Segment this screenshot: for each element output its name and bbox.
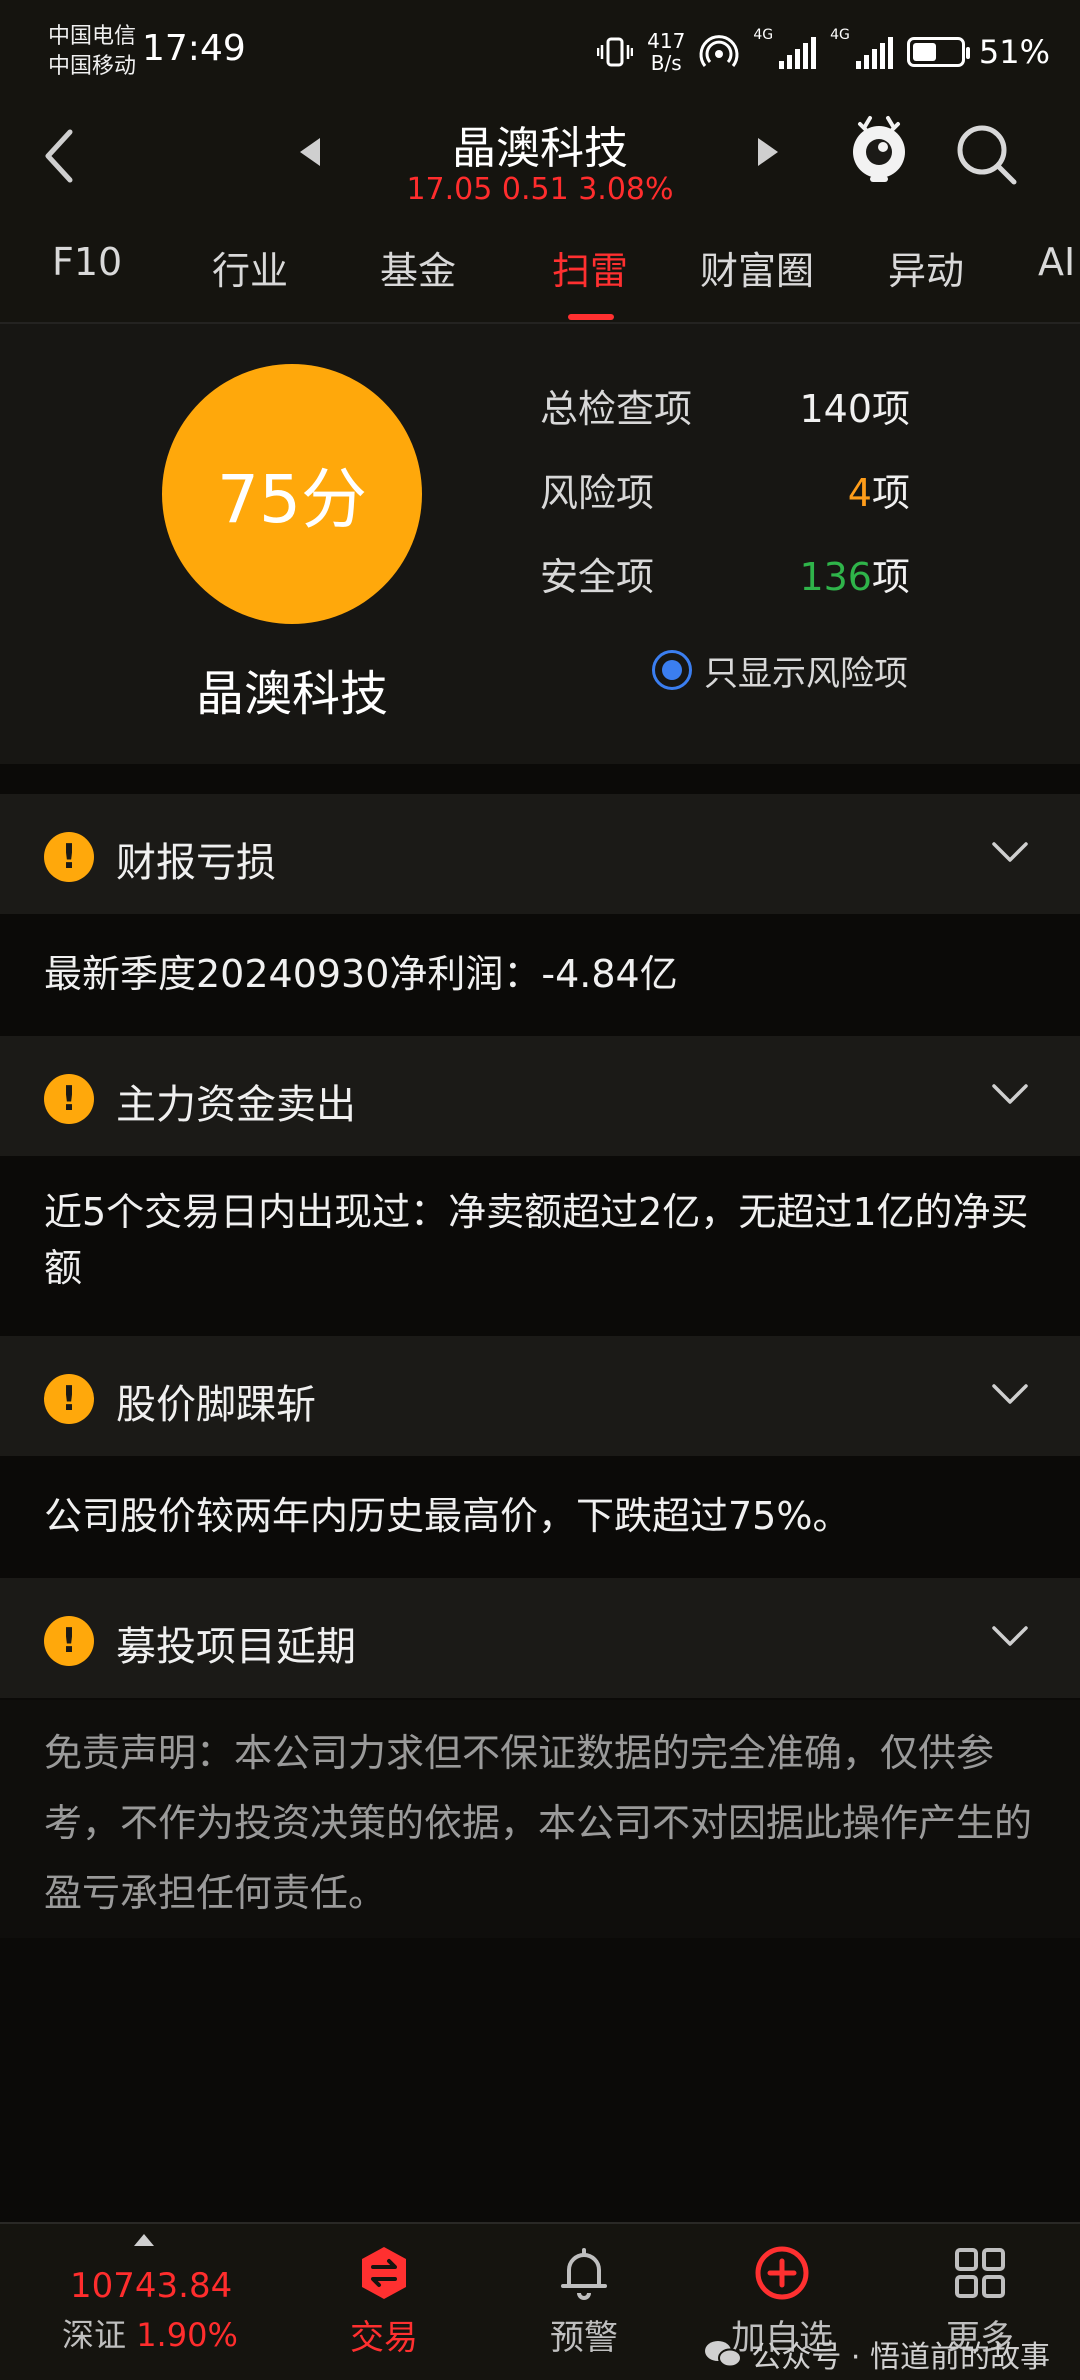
risk-items-value: 4项 [848, 462, 910, 517]
risk-title: 募投项目延期 [116, 1624, 356, 1670]
grid-icon [955, 2248, 1005, 2298]
risk-header-capital-outflow[interactable]: ! 主力资金卖出 [0, 1036, 1080, 1156]
assistant-mascot-icon[interactable] [848, 114, 910, 184]
risk-detail-text: 最新季度20240930净利润：-4.84亿 [44, 952, 678, 996]
risk-detail-text: 近5个交易日内出现过：净卖额超过2亿，无超过1亿的净买额 [44, 1190, 1029, 1290]
nav-alert[interactable]: 预警 [504, 2224, 664, 2380]
tab-f10[interactable]: F10 [52, 240, 122, 284]
risk-unit: 项 [871, 471, 910, 515]
warning-icon: ! [44, 1374, 94, 1424]
carrier-2: 中国移动 [48, 54, 137, 79]
tab-anomaly[interactable]: 异动 [888, 240, 964, 295]
wechat-icon [705, 2341, 743, 2368]
expand-up-icon[interactable] [134, 2234, 154, 2246]
network-type-1: 4G [753, 27, 774, 43]
warning-icon: ! [44, 832, 94, 882]
tab-bar: F10 行业 基金 扫雷 财富圈 异动 AI [0, 218, 1080, 324]
risk-header-loss[interactable]: ! 财报亏损 [0, 794, 1080, 914]
tab-fund[interactable]: 基金 [380, 240, 456, 295]
tab-ai[interactable]: AI [1038, 240, 1075, 284]
clock: 17:49 [142, 28, 246, 69]
index-name: 深证 [62, 2316, 127, 2354]
stock-title: 晶澳科技 [452, 123, 628, 174]
search-icon[interactable] [952, 120, 1022, 190]
score-panel: 75分 晶澳科技 总检查项 140项 风险项 4项 安全项 136项 只显示风险… [0, 324, 1080, 764]
risk-count: 4 [847, 471, 872, 515]
tab-minesweep[interactable]: 扫雷 [552, 240, 628, 295]
nav-trade[interactable]: 交易 [304, 2224, 464, 2380]
risk-title: 主力资金卖出 [116, 1082, 356, 1128]
chevron-down-icon[interactable] [990, 1080, 1030, 1110]
nav-label: 预警 [550, 2318, 618, 2358]
trade-icon [362, 2247, 406, 2299]
risk-title: 股价脚踝斩 [116, 1382, 316, 1428]
signal-icon-1 [779, 35, 817, 69]
total-checks-label: 总检查项 [540, 387, 693, 431]
network-speed: 417 B/s [647, 30, 685, 74]
risk-header-price-drop[interactable]: ! 股价脚踝斩 [0, 1336, 1080, 1456]
stock-quote: 17.05 0.51 3.08% [406, 172, 674, 207]
vibrate-icon [597, 37, 634, 67]
risk-detail-loss: 最新季度20240930净利润：-4.84亿 [0, 916, 1080, 1034]
app-header: 晶澳科技 17.05 0.51 3.08% [0, 100, 1080, 218]
index-change: 1.90% [136, 2316, 238, 2354]
battery-icon [906, 37, 970, 67]
watermark: 公众号 · 悟道前的故事 [703, 2332, 1050, 2376]
risk-detail-price-drop: 公司股价较两年内历史最高价，下跌超过75%。 [0, 1458, 1080, 1576]
add-circle-icon [755, 2246, 809, 2300]
speed-unit: B/s [650, 51, 682, 75]
safe-unit: 项 [871, 555, 910, 599]
watermark-text: 公众号 · 悟道前的故事 [751, 2340, 1050, 2375]
risk-detail-text: 公司股价较两年内历史最高价，下跌超过75%。 [44, 1494, 851, 1538]
risk-header-project-delay[interactable]: ! 募投项目延期 [0, 1578, 1080, 1698]
carrier-names: 中国电信 中国移动 [48, 22, 136, 82]
warning-icon: ! [44, 1074, 94, 1124]
safe-items-value: 136项 [799, 546, 910, 601]
chevron-down-icon[interactable] [990, 838, 1030, 868]
disclaimer: 免责声明：本公司力求但不保证数据的完全准确，仅供参考，不作为投资决策的依据，本公… [0, 1700, 1080, 1938]
total-checks-value: 140项 [799, 387, 910, 431]
show-risk-only-radio[interactable] [652, 650, 692, 690]
chevron-down-icon[interactable] [990, 1622, 1030, 1652]
warning-icon: ! [44, 1616, 94, 1666]
nav-label: 交易 [350, 2318, 418, 2358]
score-badge: 75分 [162, 364, 422, 624]
index-label[interactable]: 深证 1.90% [62, 2310, 238, 2356]
active-tab-indicator [568, 314, 614, 320]
speed-value: 417 [647, 29, 686, 53]
chevron-down-icon[interactable] [990, 1380, 1030, 1410]
risk-title: 财报亏损 [116, 840, 276, 886]
safe-count: 136 [799, 555, 872, 599]
risk-detail-capital-outflow: 近5个交易日内出现过：净卖额超过2亿，无超过1亿的净买额 [0, 1158, 1080, 1334]
status-bar: 中国电信 中国移动 17:49 417 B/s 4G 4G 51% [0, 0, 1080, 100]
disclaimer-text: 免责声明：本公司力求但不保证数据的完全准确，仅供参考，不作为投资决策的依据，本公… [44, 1731, 1033, 1915]
battery-percent: 51% [978, 33, 1050, 71]
safe-items-label: 安全项 [540, 555, 655, 599]
company-name: 晶澳科技 [195, 666, 388, 722]
bell-icon [561, 2248, 607, 2300]
index-value[interactable]: 10743.84 [70, 2266, 232, 2306]
tab-industry[interactable]: 行业 [212, 240, 288, 295]
risk-items-label: 风险项 [540, 471, 655, 515]
signal-icon-2 [855, 35, 893, 69]
network-type-2: 4G [830, 27, 850, 43]
hotspot-icon [699, 35, 739, 67]
next-stock-icon[interactable] [758, 138, 778, 166]
status-icons: 417 B/s 4G 4G 51% [597, 22, 1050, 82]
carrier-1: 中国电信 [48, 24, 137, 49]
tab-wealth-circle[interactable]: 财富圈 [700, 240, 814, 295]
show-risk-only-label[interactable]: 只显示风险项 [704, 646, 908, 695]
